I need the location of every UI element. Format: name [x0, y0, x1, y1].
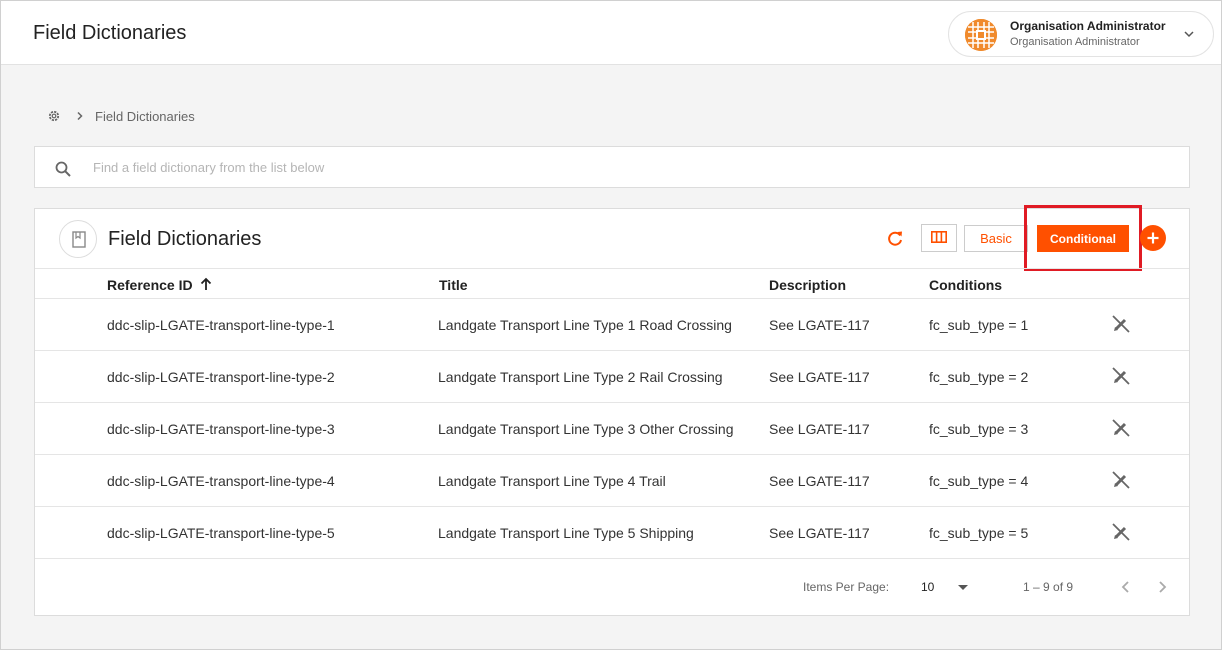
cell-conditions: fc_sub_type = 2: [929, 369, 1029, 385]
cell-reference-id: ddc-slip-LGATE-transport-line-type-4: [107, 473, 335, 489]
edit-off-icon[interactable]: [1110, 313, 1132, 335]
cell-title: Landgate Transport Line Type 2 Rail Cros…: [438, 369, 723, 385]
book-icon: [59, 220, 97, 258]
plus-icon: [1147, 232, 1159, 244]
table-header: Reference ID Title Description Condition…: [35, 268, 1189, 299]
search-input[interactable]: [93, 156, 1173, 178]
edit-off-icon[interactable]: [1110, 469, 1132, 491]
basic-button[interactable]: Basic: [964, 225, 1028, 252]
chevron-right-icon: [77, 111, 83, 121]
column-header-description[interactable]: Description: [769, 277, 846, 293]
gear-icon[interactable]: [47, 109, 61, 123]
arrow-up-icon[interactable]: [199, 277, 213, 291]
cell-conditions: fc_sub_type = 4: [929, 473, 1029, 489]
refresh-icon[interactable]: [885, 229, 905, 249]
cell-description: See LGATE-117: [769, 369, 870, 385]
page-title: Field Dictionaries: [33, 22, 187, 44]
cell-title: Landgate Transport Line Type 3 Other Cro…: [438, 421, 734, 437]
column-header-reference-id[interactable]: Reference ID: [107, 277, 193, 293]
edit-off-icon[interactable]: [1110, 365, 1132, 387]
panel-title: Field Dictionaries: [108, 228, 262, 250]
cell-conditions: fc_sub_type = 3: [929, 421, 1029, 437]
items-per-page-select[interactable]: 10: [921, 580, 934, 594]
table-row[interactable]: ddc-slip-LGATE-transport-line-type-2 Lan…: [35, 351, 1189, 403]
cell-reference-id: ddc-slip-LGATE-transport-line-type-1: [107, 317, 335, 333]
columns-icon: [931, 230, 947, 243]
column-header-title[interactable]: Title: [439, 277, 468, 293]
cell-conditions: fc_sub_type = 1: [929, 317, 1029, 333]
conditional-button[interactable]: Conditional: [1037, 225, 1129, 252]
caret-down-icon[interactable]: [956, 581, 970, 593]
chevron-down-icon[interactable]: [1182, 27, 1196, 41]
search-icon: [55, 161, 71, 177]
cell-description: See LGATE-117: [769, 473, 870, 489]
cell-description: See LGATE-117: [769, 525, 870, 541]
column-header-conditions[interactable]: Conditions: [929, 277, 1002, 293]
user-menu[interactable]: Organisation Administrator Organisation …: [948, 11, 1214, 57]
user-role: Organisation Administrator: [1010, 36, 1140, 48]
cell-title: Landgate Transport Line Type 5 Shipping: [438, 525, 694, 541]
search-bar: [34, 146, 1190, 188]
user-name: Organisation Administrator: [1010, 19, 1166, 33]
edit-off-icon[interactable]: [1110, 417, 1132, 439]
cell-reference-id: ddc-slip-LGATE-transport-line-type-3: [107, 421, 335, 437]
table-row[interactable]: ddc-slip-LGATE-transport-line-type-1 Lan…: [35, 299, 1189, 351]
table-row[interactable]: ddc-slip-LGATE-transport-line-type-3 Lan…: [35, 403, 1189, 455]
page-range: 1 – 9 of 9: [1023, 580, 1074, 594]
breadcrumb: Field Dictionaries: [47, 107, 195, 125]
table-row[interactable]: ddc-slip-LGATE-transport-line-type-5 Lan…: [35, 507, 1189, 559]
cell-description: See LGATE-117: [769, 421, 870, 437]
cell-title: Landgate Transport Line Type 1 Road Cros…: [438, 317, 732, 333]
field-dictionaries-panel: Field Dictionaries Basic Conditional Ref…: [34, 205, 1190, 616]
cell-reference-id: ddc-slip-LGATE-transport-line-type-2: [107, 369, 335, 385]
items-per-page-label: Items Per Page:: [803, 580, 890, 594]
chevron-left-icon[interactable]: [1118, 579, 1134, 595]
edit-off-icon[interactable]: [1110, 521, 1132, 543]
paginator: Items Per Page: 10 1 – 9 of 9: [35, 559, 1189, 615]
cell-reference-id: ddc-slip-LGATE-transport-line-type-5: [107, 525, 335, 541]
chevron-right-icon[interactable]: [1154, 579, 1170, 595]
cell-description: See LGATE-117: [769, 317, 870, 333]
cell-conditions: fc_sub_type = 5: [929, 525, 1029, 541]
columns-button[interactable]: [921, 224, 957, 252]
add-button[interactable]: [1140, 225, 1166, 251]
cell-title: Landgate Transport Line Type 4 Trail: [438, 473, 666, 489]
organisation-avatar: [965, 19, 997, 51]
breadcrumb-current: Field Dictionaries: [95, 108, 195, 124]
table-row[interactable]: ddc-slip-LGATE-transport-line-type-4 Lan…: [35, 455, 1189, 507]
top-bar: Field Dictionaries Organisation Administ…: [1, 1, 1221, 65]
